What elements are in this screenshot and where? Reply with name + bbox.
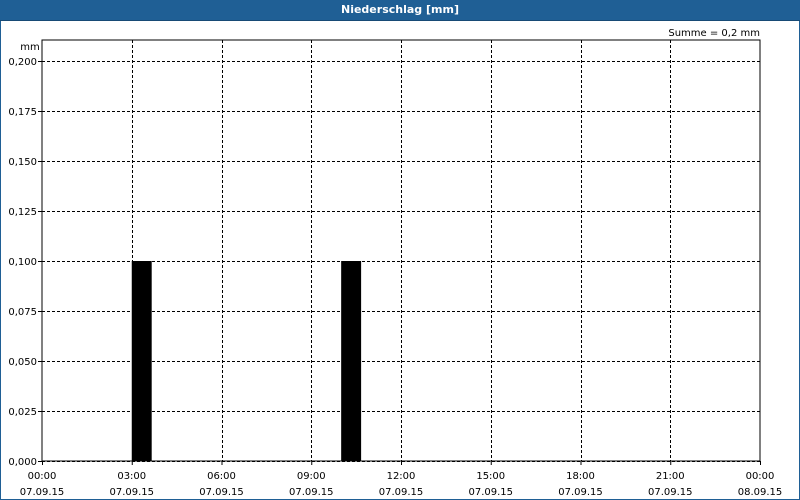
x-tick-date-label: 07.09.15 <box>199 487 244 498</box>
precipitation-bar <box>131 261 152 461</box>
x-tick-time-label: 09:00 <box>297 471 326 482</box>
x-tick-date-label: 07.09.15 <box>109 487 154 498</box>
y-tick-label: 0,000 <box>8 457 37 468</box>
x-tick-date-label: 07.09.15 <box>379 487 424 498</box>
y-tick-label: 0,150 <box>8 157 37 168</box>
x-tick-date-label: 07.09.15 <box>648 487 693 498</box>
x-tick-time-label: 15:00 <box>476 471 505 482</box>
bar-series <box>131 261 362 461</box>
x-tick-time-label: 06:00 <box>207 471 236 482</box>
y-tick-label: 0,175 <box>8 107 37 118</box>
y-tick-label: 0,025 <box>8 407 37 418</box>
precipitation-chart: 0,000 0,025 0,050 0,075 0,100 0,125 0,150 0,175… <box>8 28 783 498</box>
x-tick-time-label: 00:00 <box>746 471 775 482</box>
x-tick-date-label: 07.09.15 <box>20 487 65 498</box>
x-tick-time-label: 03:00 <box>117 471 146 482</box>
y-axis-unit-label: mm <box>20 42 39 53</box>
y-axis-ticks: 0,000 0,025 0,050 0,075 0,100 0,125 0,150 0,175… <box>8 57 42 468</box>
y-tick-label: 0,200 <box>8 57 37 68</box>
x-tick-time-label: 18:00 <box>566 471 595 482</box>
precipitation-bar <box>341 261 362 461</box>
y-tick-label: 0,100 <box>8 257 37 268</box>
y-tick-label: 0,125 <box>8 207 37 218</box>
x-tick-date-label: 08.09.15 <box>738 487 783 498</box>
sum-label: Summe = 0,2 mm <box>668 28 760 39</box>
x-tick-date-label: 07.09.15 <box>289 487 334 498</box>
x-tick-date-label: 07.09.15 <box>558 487 603 498</box>
x-tick-time-label: 12:00 <box>387 471 416 482</box>
x-tick-time-label: 00:00 <box>28 471 57 482</box>
x-tick-time-label: 21:00 <box>656 471 685 482</box>
y-tick-label: 0,050 <box>8 357 37 368</box>
x-axis-ticks: 00:00 07.09.15 03:00 07.09.15 06:00 07.09.15 0… <box>20 461 783 498</box>
x-tick-date-label: 07.09.15 <box>468 487 513 498</box>
y-tick-label: 0,075 <box>8 307 37 318</box>
